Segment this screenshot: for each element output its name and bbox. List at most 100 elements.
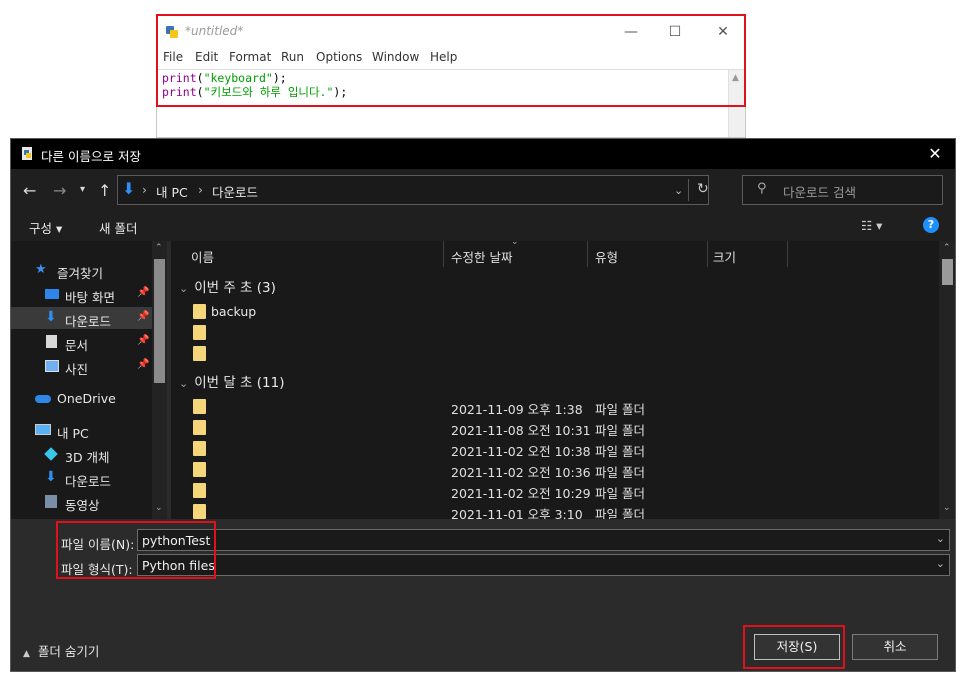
video-icon (45, 495, 57, 508)
group-label: 이번 달 초 (11) (194, 375, 285, 391)
file-list: 이름 수정한 날짜 ⌄ 유형 크기 ⌄ 이번 주 초 (3) backup ⌄ 이번… (171, 241, 939, 519)
column-type[interactable]: 유형 (595, 247, 618, 266)
scroll-up-icon[interactable]: ⌃ (155, 243, 163, 253)
chevron-down-icon[interactable]: ⌄ (936, 532, 945, 545)
chevron-down-icon[interactable]: ⌄ (936, 557, 945, 570)
breadcrumb-downloads[interactable]: 다운로드 (212, 182, 258, 201)
folder-icon (193, 483, 206, 498)
forward-icon[interactable]: → (53, 181, 66, 200)
nav-label: OneDrive (57, 391, 116, 406)
pin-icon[interactable]: 📌 (137, 335, 149, 346)
highlight-box-filename (56, 521, 216, 579)
scroll-down-icon[interactable]: ⌄ (943, 503, 951, 513)
file-date: 2021-11-02 오전 10:38 (451, 444, 591, 459)
nav-label: 바탕 화면 (65, 290, 115, 305)
back-icon[interactable]: ← (23, 181, 36, 200)
chevron-up-icon: ▲ (23, 649, 30, 659)
scroll-down-icon[interactable]: ⌄ (155, 503, 163, 513)
nav-quick-access[interactable]: ★ 즐겨찾기 (11, 259, 151, 281)
nav-pc-downloads[interactable]: ⬇ 다운로드 (11, 467, 151, 489)
nav-downloads[interactable]: ⬇ 다운로드 📌 (11, 307, 152, 329)
filename-input[interactable]: pythonTest ⌄ (137, 529, 950, 551)
nav-documents[interactable]: 문서 📌 (11, 331, 151, 353)
nav-label: 즐겨찾기 (57, 266, 104, 281)
nav-pictures[interactable]: 사진 📌 (11, 355, 151, 377)
column-header: 이름 수정한 날짜 ⌄ 유형 크기 (171, 241, 939, 267)
scroll-up-icon[interactable]: ⌃ (943, 243, 951, 253)
file-date: 2021-11-01 오후 3:10 (451, 507, 583, 519)
star-icon: ★ (35, 262, 47, 277)
file-type: 파일 폴더 (595, 423, 645, 438)
dialog-titlebar[interactable]: 다른 이름으로 저장 ✕ (11, 139, 955, 169)
file-list-scroll-thumb[interactable] (942, 259, 953, 285)
folder-icon (193, 462, 206, 477)
help-icon[interactable]: ? (923, 217, 939, 233)
folder-icon (193, 420, 206, 435)
navigation-pane: ★ 즐겨찾기 바탕 화면 📌 ⬇ 다운로드 📌 문서 📌 사진 📌 OneDri… (11, 241, 167, 519)
group-header-this-month[interactable]: ⌄ 이번 달 초 (11) (179, 371, 284, 391)
nav-scroll-thumb[interactable] (154, 259, 165, 383)
highlight-box-save (743, 625, 845, 669)
nav-videos[interactable]: 동영상 (11, 491, 151, 513)
new-folder-button[interactable]: 새 폴더 (99, 218, 137, 237)
nav-this-pc[interactable]: 내 PC (11, 419, 151, 441)
address-divider (688, 179, 689, 201)
nav-onedrive[interactable]: OneDrive (11, 387, 151, 409)
breadcrumb-this-pc[interactable]: 내 PC (156, 182, 188, 201)
file-type: 파일 폴더 (595, 444, 645, 459)
column-size[interactable]: 크기 (713, 247, 736, 266)
highlight-box-editor (156, 14, 746, 107)
cloud-icon (35, 395, 51, 403)
cancel-button[interactable]: 취소 (852, 634, 938, 660)
group-header-this-week[interactable]: ⌄ 이번 주 초 (3) (179, 276, 276, 296)
refresh-icon[interactable]: ↻ (697, 181, 709, 197)
up-icon[interactable]: ↑ (98, 181, 111, 200)
recent-locations-icon[interactable]: ▾ (80, 184, 85, 195)
pin-icon[interactable]: 📌 (137, 311, 149, 322)
sort-chevron-icon: ⌄ (511, 241, 519, 247)
nav-label: 다운로드 (65, 474, 112, 489)
pictures-icon (45, 360, 59, 372)
chevron-right-icon: › (198, 182, 203, 197)
column-name[interactable]: 이름 (191, 247, 214, 266)
cube-icon (44, 447, 58, 461)
folder-icon (193, 399, 206, 414)
filetype-select[interactable]: Python files ⌄ (137, 554, 950, 576)
computer-icon (35, 424, 51, 435)
organize-button[interactable]: 구성 ▾ (29, 218, 62, 237)
chevron-down-icon: ⌄ (179, 377, 189, 390)
chevron-right-icon: › (142, 182, 147, 197)
download-arrow-icon: ⬇ (45, 469, 57, 485)
search-icon: ⚲ (757, 181, 767, 196)
address-bar[interactable]: ⬇ › 내 PC › 다운로드 ⌄ ↻ (117, 175, 709, 205)
nav-3d-objects[interactable]: 3D 개체 (11, 443, 151, 465)
search-input[interactable]: ⚲ 다운로드 검색 (742, 175, 943, 205)
chevron-down-icon[interactable]: ⌄ (674, 184, 683, 197)
nav-label: 3D 개체 (65, 450, 110, 465)
navigation-bar: ← → ▾ ↑ ⬇ › 내 PC › 다운로드 ⌄ ↻ ⚲ 다운로드 검색 (11, 169, 955, 211)
python-file-icon (22, 147, 32, 160)
dialog-title: 다른 이름으로 저장 (41, 149, 141, 164)
search-placeholder: 다운로드 검색 (783, 185, 856, 200)
dialog-close-icon[interactable]: ✕ (921, 143, 949, 165)
file-type: 파일 폴더 (595, 486, 645, 501)
file-date: 2021-11-08 오전 10:31 (451, 423, 591, 438)
hide-folders-toggle[interactable]: ▲ 폴더 숨기기 (23, 641, 99, 660)
pin-icon[interactable]: 📌 (137, 359, 149, 370)
column-divider[interactable] (587, 241, 588, 267)
file-date: 2021-11-09 오후 1:38 (451, 402, 583, 417)
column-modified[interactable]: 수정한 날짜 (451, 247, 512, 266)
command-toolbar: 구성 ▾ 새 폴더 ☷ ▾ ? (11, 211, 955, 241)
folder-icon (193, 325, 206, 340)
file-date: 2021-11-02 오전 10:29 (451, 486, 591, 501)
pin-icon[interactable]: 📌 (137, 287, 149, 298)
column-divider[interactable] (707, 241, 708, 267)
column-divider[interactable] (443, 241, 444, 267)
column-divider[interactable] (787, 241, 788, 267)
nav-label: 내 PC (57, 426, 89, 441)
view-options-icon[interactable]: ☷ ▾ (861, 218, 882, 233)
file-type: 파일 폴더 (595, 465, 645, 480)
nav-desktop[interactable]: 바탕 화면 📌 (11, 283, 151, 305)
desktop-icon (45, 289, 59, 299)
document-icon (46, 335, 57, 348)
